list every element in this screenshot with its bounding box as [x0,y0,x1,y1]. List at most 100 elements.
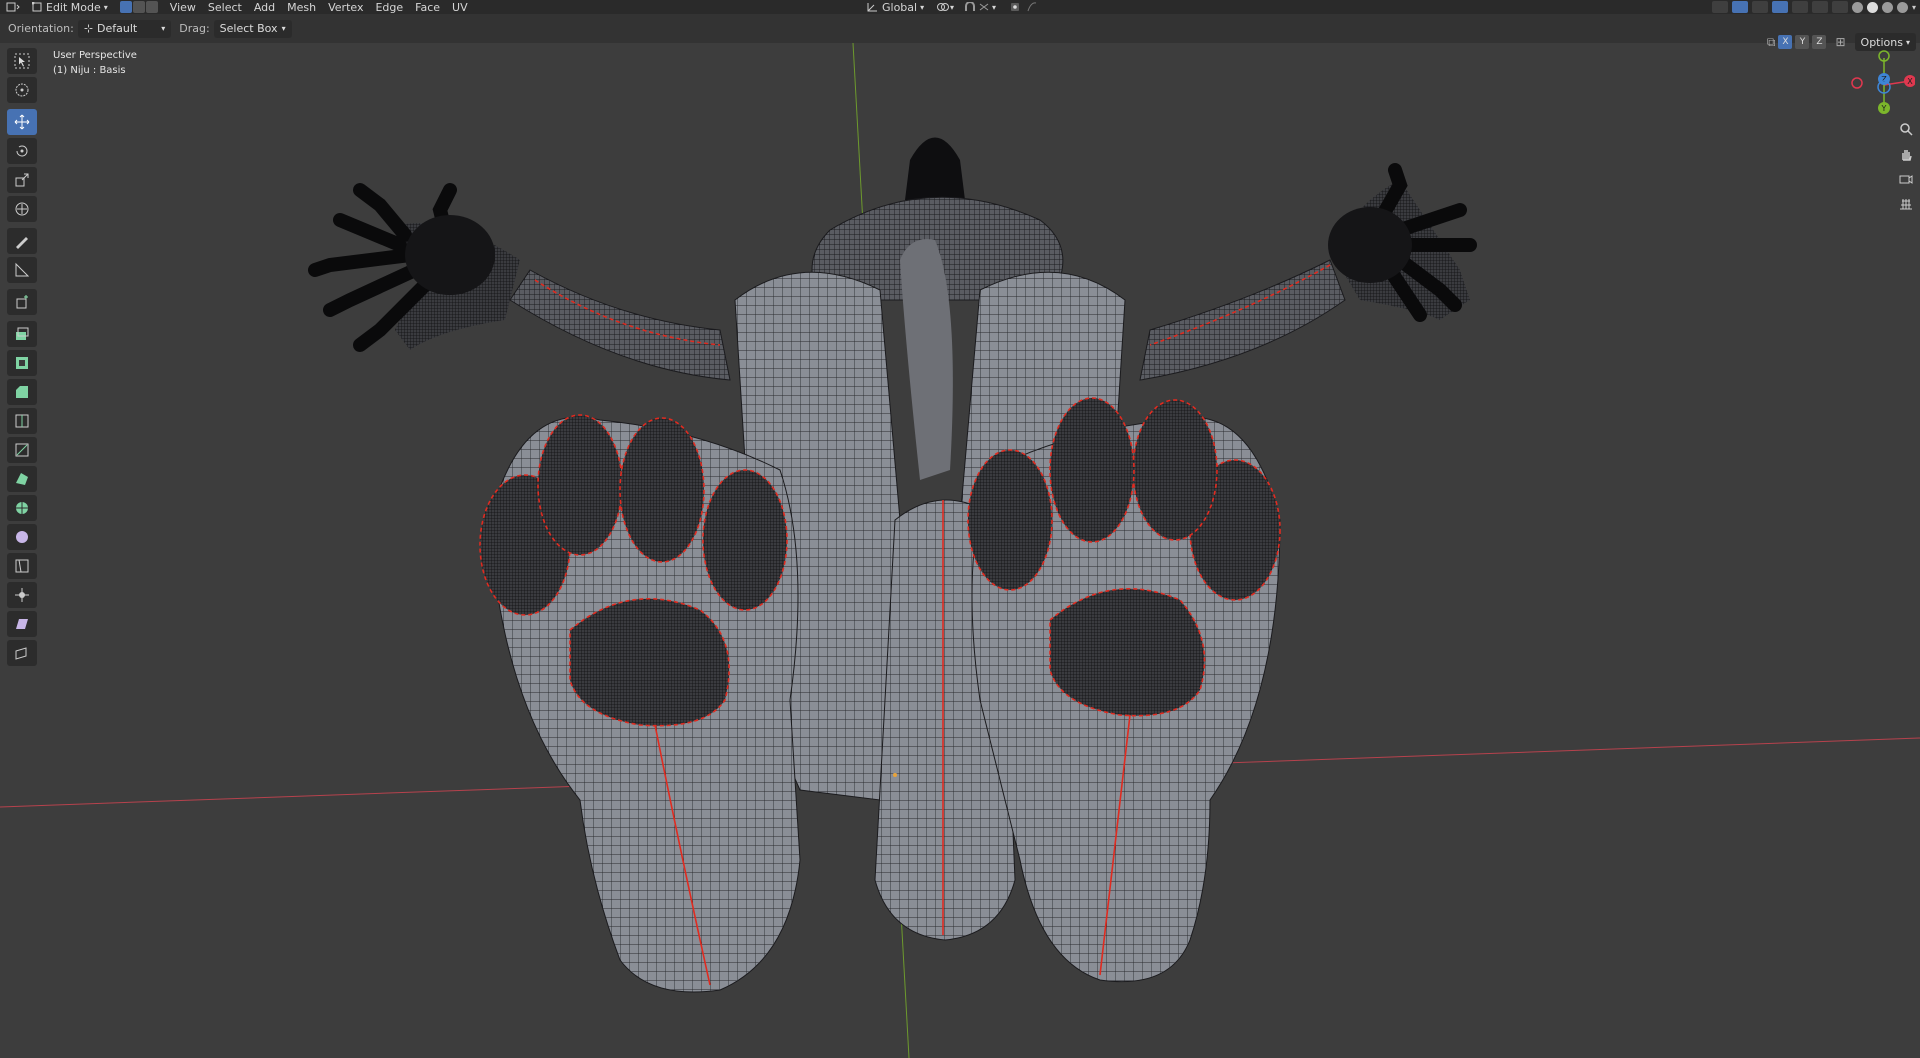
grid-icon [1900,199,1912,210]
rotate-icon [16,145,28,157]
editor-type-button[interactable] [0,0,26,14]
perspective-toggle-button[interactable] [1894,193,1918,215]
camera-icon [1899,175,1913,184]
tool-loop-cut[interactable] [7,408,37,434]
tool-annotate[interactable] [7,228,37,254]
spin-icon [16,502,28,514]
right-foot [967,397,1281,983]
visibility-dropdown[interactable] [1711,1,1728,13]
menu-uv[interactable]: UV [446,0,474,14]
3d-viewport[interactable] [0,43,1920,1058]
tool-bevel[interactable] [7,379,37,405]
tool-shear[interactable] [7,611,37,637]
tool-knife[interactable] [7,437,37,463]
material-shading-button[interactable] [1881,1,1893,13]
mesh-edit-overlay-dropdown[interactable] [1811,1,1828,13]
wireframe-shading-button[interactable] [1851,1,1863,13]
pan-button[interactable] [1894,143,1918,165]
drag-label: Drag: [179,22,210,35]
mode-label: Edit Mode [46,0,101,14]
right-hand [1328,163,1477,322]
tool-inset[interactable] [7,350,37,376]
menu-vertex[interactable]: Vertex [322,0,369,14]
menu-face[interactable]: Face [409,0,446,14]
drag-dropdown[interactable]: Select Box ▾ [213,19,292,38]
tool-add-cube[interactable] [7,289,37,315]
tool-move[interactable] [7,109,37,135]
loop-cut-icon [15,414,29,428]
camera-view-button[interactable] [1894,168,1918,190]
proportional-edit-icon [1011,2,1037,12]
overlay-dropdown[interactable] [1791,1,1808,13]
orientation-label: Global [882,0,918,14]
tool-poly-build[interactable] [7,466,37,492]
tool-shrink-fatten[interactable] [7,582,37,608]
header-right-group: ▾ [1711,0,1916,14]
tool-shelf [7,48,37,669]
pivot-dropdown[interactable]: ▾ [930,0,960,14]
tool-rotate[interactable] [7,138,37,164]
menu-edge[interactable]: Edge [369,0,409,14]
viewport-header: Edit Mode ▾ View Select Add Mesh Vertex … [0,0,1920,14]
snap-toggle[interactable]: ▾ [958,0,1002,14]
menu-view[interactable]: View [164,0,202,14]
shrink-fatten-icon [15,588,29,602]
chevron-down-icon: ▾ [103,2,108,12]
gizmo-z-label: Z [1881,75,1887,84]
xray-toggle[interactable] [1831,1,1848,13]
add-cube-icon [16,295,28,309]
tool-settings-bar: Orientation: ⊹ Default ▾ Drag: Select Bo… [0,14,1920,51]
overlay-toggle[interactable] [1771,1,1788,13]
orientation-icon [867,3,877,12]
3d-viewport-icon [6,2,20,12]
tool-transform[interactable] [7,196,37,222]
tool-extrude[interactable] [7,321,37,347]
tool-spin[interactable] [7,495,37,521]
edge-select-button[interactable] [132,1,145,13]
tool-smooth[interactable] [7,524,37,550]
orientation-label: Orientation: [8,22,74,35]
shear-icon [16,619,28,629]
menu-mesh[interactable]: Mesh [281,0,322,14]
orientation-axis-icon: ⊹ [83,22,94,35]
gizmo-neg-x[interactable] [1851,77,1863,89]
tool-scale[interactable] [7,167,37,193]
gizmo-dropdown[interactable] [1751,1,1768,13]
rendered-shading-button[interactable] [1896,1,1908,13]
tool-edge-slide[interactable] [7,553,37,579]
transform-icon [15,202,29,216]
tool-cursor[interactable] [7,77,37,103]
chevron-down-icon: ▾ [950,2,955,12]
chevron-down-icon[interactable]: ▾ [1912,3,1916,12]
edit-mode-icon [32,2,42,12]
select-mode-group [119,1,158,13]
hand-icon [1902,150,1912,161]
solid-shading-button[interactable] [1866,1,1878,13]
orientation-value: Default [97,22,138,35]
select-box-icon [14,53,30,69]
3d-cursor-origin [893,773,897,777]
face-select-button[interactable] [145,1,158,13]
proportional-edit-toggle[interactable] [1004,0,1046,14]
navigation-gizmo[interactable]: X Z Y [1840,50,1915,115]
left-foot [479,414,801,993]
tool-measure[interactable] [7,257,37,283]
zoom-button[interactable] [1894,118,1918,140]
tool-select-box[interactable] [7,48,37,74]
poly-build-icon [16,473,28,485]
menu-select[interactable]: Select [202,0,248,14]
mode-dropdown[interactable]: Edit Mode ▾ [26,0,114,14]
knife-icon [15,443,29,457]
object-label: (1) Niju : Basis [53,65,126,76]
vertex-select-button[interactable] [119,1,132,13]
bevel-icon [16,386,28,398]
orientation-dropdown[interactable]: ⊹ Default ▾ [77,19,172,38]
transform-orientation-dropdown[interactable]: Global ▾ [860,0,930,14]
edge-slide-icon [15,559,29,573]
gizmo-toggle[interactable] [1731,1,1748,13]
menu-add[interactable]: Add [248,0,281,14]
cursor-icon [15,83,29,97]
annotate-icon [16,237,28,249]
gizmo-y-label: Y [1881,104,1887,113]
tool-rip[interactable] [7,640,37,666]
